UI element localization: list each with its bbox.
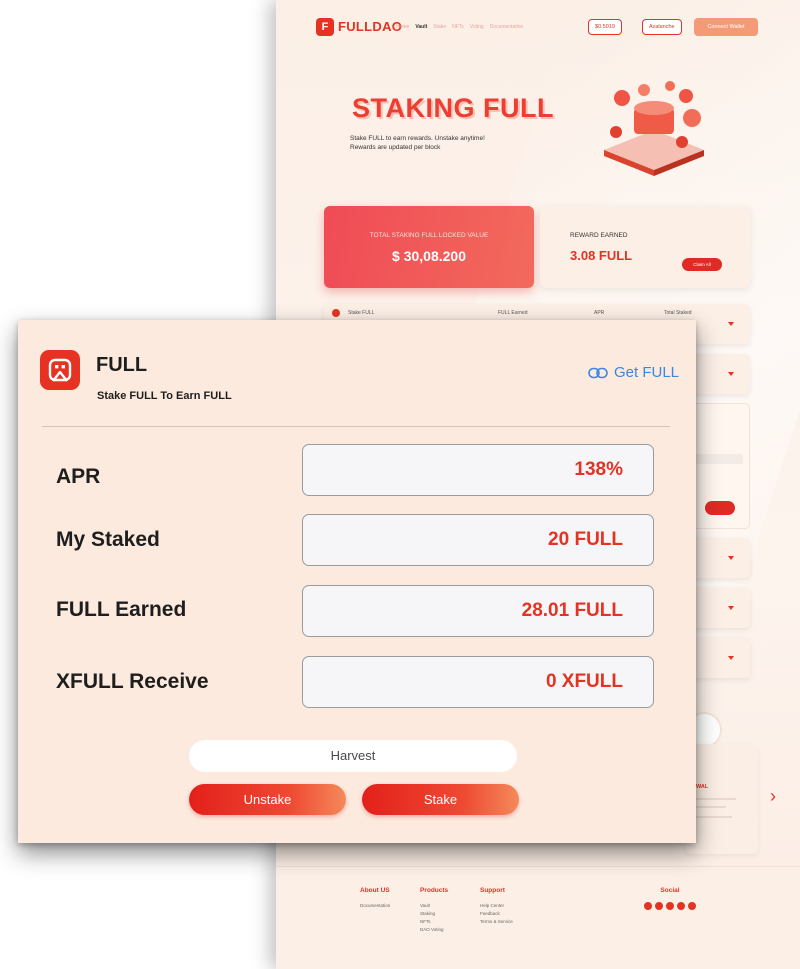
- hero-subtitle-line-2: Rewards are updated per block: [350, 144, 441, 152]
- nav-link-nfts[interactable]: NFTs: [452, 24, 464, 30]
- pool-header: Stake FULL FULL Earned APR Total Staked: [332, 310, 742, 320]
- withdrawal-text-line: [696, 806, 726, 808]
- nav-link-stake[interactable]: Stake: [433, 24, 446, 30]
- my-staked-field: 20 FULL: [302, 514, 654, 566]
- footer-heading: Products: [420, 887, 449, 894]
- reward-label: REWARD EARNED: [570, 232, 628, 239]
- nav-link-vault[interactable]: Vault: [415, 24, 427, 30]
- full-token-icon: [40, 350, 80, 390]
- footer-link[interactable]: Feedback: [480, 910, 513, 918]
- get-full-link[interactable]: Get FULL: [588, 364, 679, 381]
- header-divider: [42, 426, 670, 427]
- total-locked-value-card: TOTAL STAKING FULL LOCKED VALUE $ 30,08.…: [324, 206, 534, 288]
- my-staked-label: My Staked: [56, 528, 160, 551]
- hero-subtitle: Stake FULL to earn rewards. Unstake anyt…: [350, 134, 570, 152]
- footer-link[interactable]: Documentation: [360, 902, 390, 910]
- link-icon: [588, 367, 608, 378]
- footer-col-about: About US Documentation: [360, 887, 390, 910]
- footer-link[interactable]: NFTs: [420, 918, 448, 926]
- my-staked-value: 20 FULL: [548, 529, 623, 550]
- connect-wallet-button[interactable]: Connect Wallet: [694, 18, 758, 36]
- footer-link[interactable]: Vault: [420, 902, 448, 910]
- stake-modal: FULL Stake FULL To Earn FULL Get FULL AP…: [18, 320, 696, 843]
- nav-links: Home Vault Stake NFTs Voting Documentati…: [396, 24, 523, 30]
- panel-input[interactable]: [695, 454, 743, 464]
- get-full-label[interactable]: Get FULL: [614, 364, 679, 381]
- footer-link[interactable]: Terms & Service: [480, 918, 513, 926]
- social-icons: [644, 902, 696, 910]
- social-icon[interactable]: [677, 902, 685, 910]
- withdrawal-card: WAL: [686, 744, 758, 854]
- chevron-down-icon[interactable]: [728, 556, 734, 560]
- social-icon[interactable]: [655, 902, 663, 910]
- hero-subtitle-line-1: Stake FULL to earn rewards. Unstake anyt…: [350, 135, 485, 142]
- pool-col-apr: APR: [594, 310, 605, 316]
- footer-col-social: Social: [644, 887, 696, 910]
- chevron-down-icon[interactable]: [728, 322, 734, 326]
- full-earned-label: FULL Earned: [56, 598, 187, 621]
- harvest-button[interactable]: Harvest: [189, 740, 517, 772]
- footer-heading: Support: [480, 887, 505, 894]
- nav-link-home[interactable]: Home: [396, 24, 409, 30]
- stage: F FULLDAO Home Vault Stake NFTs Voting D…: [0, 0, 800, 969]
- full-earned-field: 28.01 FULL: [302, 585, 654, 637]
- social-icon[interactable]: [688, 902, 696, 910]
- site-footer: About US Documentation Products Vault St…: [276, 866, 800, 969]
- stake-button[interactable]: Stake: [362, 784, 519, 815]
- xfull-receive-value: 0 XFULL: [545, 671, 623, 692]
- apr-label: APR: [56, 465, 101, 488]
- full-logo-icon: [48, 358, 72, 382]
- chevron-down-icon[interactable]: [728, 656, 734, 660]
- footer-link[interactable]: Staking: [420, 910, 448, 918]
- claim-all-button[interactable]: Claim All: [682, 258, 722, 271]
- pool-col-total: Total Staked: [664, 310, 692, 316]
- staking-illustration-icon: [604, 81, 704, 176]
- chevron-right-icon[interactable]: ›: [770, 786, 776, 807]
- chevron-down-icon[interactable]: [728, 606, 734, 610]
- reward-value: 3.08 FULL: [570, 248, 633, 263]
- hero-title: STAKING FULL: [352, 93, 554, 123]
- pool-col-earned: FULL Earned: [498, 310, 528, 316]
- tvl-value: $ 30,08.200: [392, 248, 466, 264]
- brand-name[interactable]: FULLDAO: [338, 19, 402, 34]
- xfull-receive-label: XFULL Receive: [56, 670, 209, 693]
- footer-heading: About US: [360, 887, 390, 894]
- footer-col-support: Support Help Center Feedback Terms & Ser…: [480, 887, 513, 926]
- panel-action-button[interactable]: [705, 501, 735, 515]
- footer-link[interactable]: Help Center: [480, 902, 513, 910]
- apr-value: 138%: [574, 459, 623, 480]
- footer-col-products: Products Vault Staking NFTs DAO Voting: [420, 887, 448, 934]
- reward-earned-card: REWARD EARNED 3.08 FULL Claim All: [540, 206, 750, 288]
- nav-link-documentation[interactable]: Documentation: [490, 24, 524, 30]
- token-name: FULL: [96, 354, 148, 376]
- unstake-button[interactable]: Unstake: [189, 784, 346, 815]
- withdrawal-text-line: [696, 798, 736, 800]
- withdrawal-title: WAL: [696, 784, 709, 790]
- brand-logo-icon[interactable]: F: [316, 18, 334, 36]
- withdrawal-text-line: [696, 816, 732, 818]
- social-icon[interactable]: [666, 902, 674, 910]
- xfull-receive-field: 0 XFULL: [302, 656, 654, 708]
- footer-link[interactable]: DAO Voting: [420, 926, 448, 934]
- token-price-badge[interactable]: $0.5019: [588, 19, 622, 35]
- apr-field: 138%: [302, 444, 654, 496]
- footer-heading: Social: [660, 887, 680, 894]
- nav-link-voting[interactable]: Voting: [470, 24, 484, 30]
- social-icon[interactable]: [644, 902, 652, 910]
- network-selector[interactable]: Avalanche: [642, 19, 682, 35]
- token-subtitle: Stake FULL To Earn FULL: [97, 390, 232, 402]
- pool-name: Stake FULL: [348, 310, 375, 316]
- top-nav: F FULLDAO Home Vault Stake NFTs Voting D…: [276, 16, 800, 40]
- chevron-down-icon[interactable]: [728, 372, 734, 376]
- tvl-label: TOTAL STAKING FULL LOCKED VALUE: [369, 232, 489, 239]
- full-earned-value: 28.01 FULL: [521, 600, 623, 621]
